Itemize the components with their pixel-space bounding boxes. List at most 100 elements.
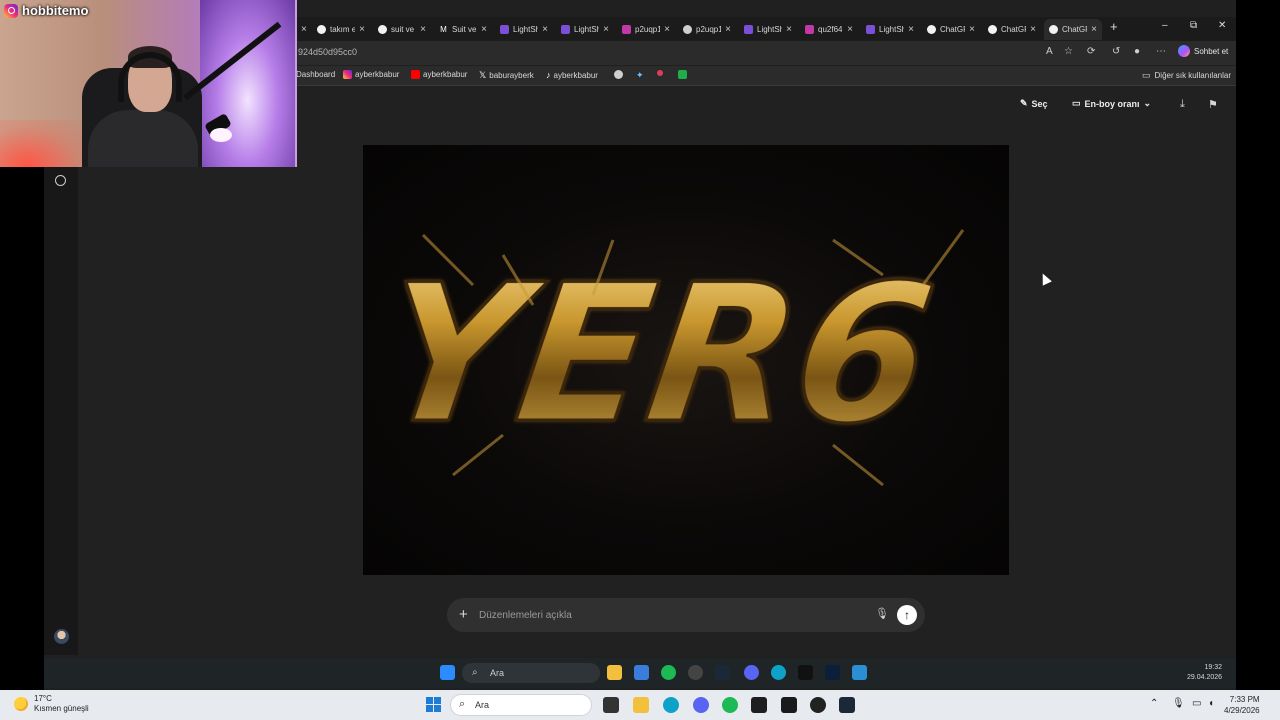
chatgpt-icon bbox=[317, 25, 326, 34]
history-icon[interactable]: ↺ bbox=[1112, 46, 1120, 57]
select-button[interactable]: ✎ Seç bbox=[1014, 95, 1054, 112]
tab-0[interactable]: × bbox=[296, 19, 308, 40]
os-clock[interactable]: 7:33 PM 4/29/2026 bbox=[1224, 694, 1260, 716]
chat-bubble-icon[interactable] bbox=[55, 175, 66, 186]
photos-icon[interactable] bbox=[852, 665, 867, 680]
bookmark-instagram[interactable]: ayberkbabur bbox=[343, 70, 399, 79]
flag-icon[interactable]: ⚑ bbox=[1208, 98, 1218, 111]
close-tab-icon[interactable]: × bbox=[1091, 24, 1097, 35]
tab-4[interactable]: LightSh × bbox=[495, 19, 553, 40]
tab-10[interactable]: LightSh × bbox=[861, 19, 919, 40]
terminal-icon[interactable] bbox=[751, 697, 767, 713]
tab-5[interactable]: LightSh × bbox=[556, 19, 614, 40]
task-view-icon[interactable] bbox=[603, 697, 619, 713]
close-tab-icon[interactable]: × bbox=[420, 24, 426, 35]
store-icon[interactable] bbox=[634, 665, 649, 680]
photoshop-icon[interactable] bbox=[825, 665, 840, 680]
bookmark-tiktok[interactable]: ♪ ayberkbabur bbox=[546, 70, 598, 80]
edit-prompt-input[interactable] bbox=[479, 607, 859, 623]
bookmark-youtube[interactable]: ayberkbabur bbox=[411, 70, 467, 79]
tray-chevron-up-icon[interactable]: ⌃ bbox=[1150, 698, 1158, 709]
dot-icon bbox=[657, 70, 663, 76]
bookmark-x[interactable]: 𝕏baburayberk bbox=[479, 70, 534, 81]
edge-icon[interactable] bbox=[663, 697, 679, 713]
close-tab-icon[interactable]: × bbox=[908, 24, 914, 35]
bookmark-other-folder[interactable]: ▭ Diğer sık kullanılanlar bbox=[1142, 70, 1231, 81]
tab-9[interactable]: qu2f64 × bbox=[800, 19, 858, 40]
search-icon: ⌕ bbox=[472, 667, 478, 678]
os-search-box[interactable]: ⌕ Ara bbox=[450, 694, 592, 716]
globe-icon bbox=[683, 25, 692, 34]
copilot-label: Sohbet et bbox=[1194, 46, 1229, 56]
favorite-star-icon[interactable]: ☆ bbox=[1064, 46, 1073, 57]
tab-13-active[interactable]: ChatGP× bbox=[1044, 19, 1102, 40]
add-attachment-button[interactable]: + bbox=[459, 606, 468, 623]
sparkle-icon: ✦ bbox=[636, 70, 644, 80]
start-button[interactable] bbox=[426, 697, 441, 712]
tab-8[interactable]: LightSh × bbox=[739, 19, 797, 40]
new-tab-button[interactable]: + bbox=[1110, 19, 1118, 34]
close-tab-icon[interactable]: × bbox=[301, 24, 307, 35]
obs-icon[interactable] bbox=[810, 697, 826, 713]
aspect-ratio-dropdown[interactable]: ▭ En-boy oranı ⌄ bbox=[1066, 95, 1157, 112]
close-tab-icon[interactable]: × bbox=[481, 24, 487, 35]
close-tab-icon[interactable]: × bbox=[969, 24, 975, 35]
edge-icon[interactable] bbox=[771, 665, 786, 680]
steam-icon[interactable] bbox=[715, 665, 730, 680]
steam-icon[interactable] bbox=[839, 697, 855, 713]
tab-12[interactable]: ChatGP× bbox=[983, 19, 1041, 40]
weather-widget[interactable]: 17°C Kısmen güneşli bbox=[14, 694, 89, 714]
send-button[interactable]: ↑ bbox=[897, 605, 917, 625]
tab-11[interactable]: ChatGP× bbox=[922, 19, 980, 40]
avatar[interactable] bbox=[54, 629, 69, 644]
profile-icon[interactable]: ● bbox=[1134, 46, 1140, 57]
close-tab-icon[interactable]: × bbox=[542, 24, 548, 35]
terminal-icon[interactable] bbox=[798, 665, 813, 680]
tab-6[interactable]: p2uqp1 × bbox=[617, 19, 675, 40]
inner-taskbar: ⌕ Ara 19:32 29.04.2026 bbox=[44, 658, 1236, 688]
bookmark-extra-1[interactable] bbox=[614, 70, 623, 79]
bookmark-extra-3[interactable] bbox=[657, 70, 663, 76]
app-icon[interactable] bbox=[688, 665, 703, 680]
close-tab-icon[interactable]: × bbox=[1030, 24, 1036, 35]
volume-icon[interactable]: ◖ bbox=[1208, 698, 1214, 709]
bookmark-dashboard[interactable]: Dashboard bbox=[296, 70, 335, 79]
refresh-icon[interactable]: ⟳ bbox=[1087, 46, 1095, 57]
close-tab-icon[interactable]: × bbox=[786, 24, 792, 35]
app-icon[interactable] bbox=[781, 697, 797, 713]
file-explorer-icon[interactable] bbox=[633, 697, 649, 713]
image-editor: ✎ Seç ▭ En-boy oranı ⌄ ⤓ ⚑ YER6 + Düzenl… bbox=[44, 87, 1236, 655]
spotify-icon[interactable] bbox=[661, 665, 676, 680]
network-icon[interactable]: ▭ bbox=[1192, 698, 1201, 709]
discord-icon[interactable] bbox=[744, 665, 759, 680]
close-window-button[interactable]: ✕ bbox=[1218, 20, 1226, 31]
inner-search-box[interactable]: ⌕ Ara bbox=[462, 663, 600, 683]
close-tab-icon[interactable]: × bbox=[664, 24, 670, 35]
microphone-icon[interactable]: 🎙 bbox=[875, 607, 889, 620]
inner-clock[interactable]: 19:32 29.04.2026 bbox=[1187, 663, 1222, 683]
bookmark-extra-4[interactable] bbox=[678, 70, 687, 79]
discord-icon[interactable] bbox=[693, 697, 709, 713]
close-tab-icon[interactable]: × bbox=[603, 24, 609, 35]
tab-7[interactable]: p2uqp1 × bbox=[678, 19, 736, 40]
more-menu-icon[interactable]: ⋯ bbox=[1156, 46, 1166, 57]
restore-button[interactable]: ⧉ bbox=[1190, 20, 1197, 31]
tab-1[interactable]: takım e × bbox=[312, 19, 370, 40]
spotify-icon[interactable] bbox=[722, 697, 738, 713]
lightshot-icon bbox=[561, 25, 570, 34]
read-aloud-icon[interactable]: A bbox=[1046, 46, 1053, 57]
os-taskbar: 17°C Kısmen güneşli ⌕ Ara ⌃ 🎙 ▭ ◖ 7:33 P… bbox=[0, 690, 1280, 720]
download-icon[interactable]: ⤓ bbox=[1180, 98, 1185, 111]
close-tab-icon[interactable]: × bbox=[847, 24, 853, 35]
microphone-icon[interactable]: 🎙 bbox=[1172, 698, 1185, 709]
tab-2[interactable]: suit ve × bbox=[373, 19, 431, 40]
bookmark-extra-2[interactable]: ✦ bbox=[636, 70, 644, 81]
close-tab-icon[interactable]: × bbox=[359, 24, 365, 35]
minimize-button[interactable]: – bbox=[1162, 20, 1168, 31]
close-tab-icon[interactable]: × bbox=[725, 24, 731, 35]
tab-3[interactable]: M Suit ve × bbox=[434, 19, 492, 40]
file-explorer-icon[interactable] bbox=[607, 665, 622, 680]
copilot-button[interactable]: Sohbet et bbox=[1178, 45, 1228, 57]
windows-start-icon[interactable] bbox=[440, 665, 455, 680]
url-field[interactable]: 924d50d95cc0 bbox=[298, 47, 357, 57]
